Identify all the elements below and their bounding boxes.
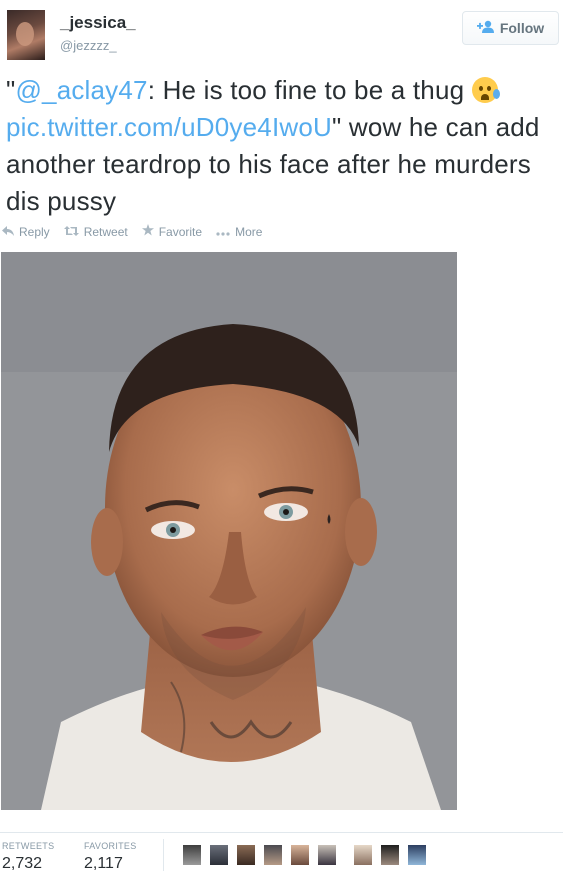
user-avatar[interactable] <box>7 10 45 60</box>
mugshot-photo-image <box>1 252 457 810</box>
retweets-stat[interactable]: RETWEETS 2,732 <box>2 841 54 873</box>
tweet-photo[interactable] <box>1 252 457 810</box>
favoriter-avatar[interactable] <box>408 845 426 865</box>
favorite-action[interactable]: Favorite <box>141 224 203 239</box>
pic-link[interactable]: pic.twitter.com/uD0ye4IwoU <box>6 112 332 142</box>
reply-label: Reply <box>19 224 50 239</box>
tweet-actions: Reply Retweet Favorite More <box>2 224 262 239</box>
more-action[interactable]: More <box>216 224 262 239</box>
retweet-action[interactable]: Retweet <box>63 224 128 239</box>
retweets-label: RETWEETS <box>2 841 55 851</box>
crying-face-emoji-icon <box>471 77 500 103</box>
stats-divider <box>163 839 164 871</box>
favoriter-avatar[interactable] <box>183 845 201 865</box>
retweets-count: 2,732 <box>2 855 43 872</box>
follow-button-label: Follow <box>499 20 545 36</box>
tweet-text-part-1: : He is too fine to be a thug <box>147 75 472 105</box>
follow-button[interactable]: Follow <box>462 11 559 45</box>
user-name[interactable]: _jessica_ <box>60 13 136 33</box>
favoriter-avatar[interactable] <box>210 845 228 865</box>
favoriter-avatar[interactable] <box>318 845 336 865</box>
favorite-label: Favorite <box>158 224 203 239</box>
favorites-stat[interactable]: FAVORITES 2,117 <box>84 841 137 873</box>
tweet-text: "@_aclay47: He is too fine to be a thug … <box>6 72 558 220</box>
favoriter-avatar[interactable] <box>291 845 309 865</box>
user-handle[interactable]: @jezzzz_ <box>60 38 117 53</box>
retweet-icon <box>63 225 79 239</box>
reply-icon <box>2 225 14 239</box>
more-label: More <box>235 224 263 239</box>
favoriter-avatar[interactable] <box>381 845 399 865</box>
favorites-label: FAVORITES <box>84 841 137 851</box>
favorites-count: 2,117 <box>84 855 123 872</box>
add-user-icon <box>476 20 494 36</box>
more-dots-icon <box>216 225 230 239</box>
favoriter-avatar[interactable] <box>264 845 282 865</box>
reply-action[interactable]: Reply <box>2 224 50 239</box>
favoriter-avatar[interactable] <box>354 845 372 865</box>
star-icon <box>141 224 154 239</box>
mention-link[interactable]: @_aclay47 <box>15 75 147 105</box>
retweet-label: Retweet <box>83 224 128 239</box>
favoriter-avatar[interactable] <box>237 845 255 865</box>
